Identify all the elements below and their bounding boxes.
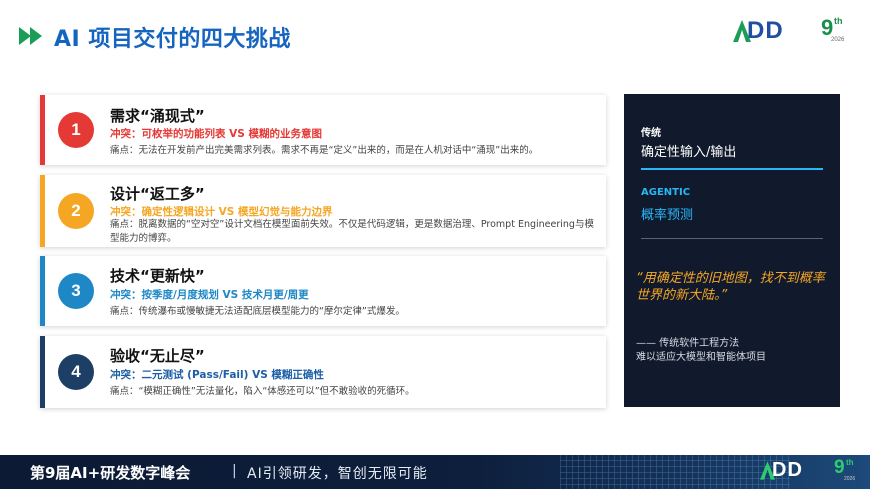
panel-quote: “用确定性的旧地图，找不到概率世界的新大陆。” [636,271,825,303]
card-conflict: 冲突：二元测试 (Pass/Fail) VS 模糊正确性 [110,369,324,381]
traditional-label: 传统 [641,128,661,139]
aidd-logo-footer: DD 9 th 2026 [760,457,865,485]
quote-attribution-note: 难以适应大模型和智能体项目 [636,352,766,363]
card-conflict: 冲突：确定性逻辑设计 VS 模型幻觉与能力边界 [110,206,333,218]
footer-decoration [560,455,790,489]
conference-footer: 第9届AI+研发数字峰会 | AI引领研发，智创无限可能 DD 9 th 202… [0,455,870,489]
card-accent-bar [40,175,45,247]
agentic-label: AGENTIC [641,187,691,198]
footer-separator: | [232,463,237,479]
traditional-value: 确定性输入/输出 [641,145,737,160]
card-title: 技术“更新快” [110,267,205,285]
card-conflict: 冲突：可枚举的功能列表 VS 模糊的业务意图 [110,128,322,140]
card-accent-bar [40,95,45,165]
agentic-value: 概率预测 [641,208,694,223]
card-pain-point: 痛点：传统瀑布或慢敏捷无法适配底层模型能力的“摩尔定律”式爆发。 [110,306,405,317]
card-title: 需求“涌现式” [110,107,205,125]
challenge-card-4: 4 验收“无止尽” 冲突：二元测试 (Pass/Fail) VS 模糊正确性 痛… [40,336,606,408]
conference-slogan: AI引领研发，智创无限可能 [247,466,428,482]
challenge-card-1: 1 需求“涌现式” 冲突：可枚举的功能列表 VS 模糊的业务意图 痛点：无法在开… [40,95,606,165]
card-pain-point: 痛点：脱离数据的“空对空”设计文档在模型面前失效。不仅是代码逻辑，更是数据治理、… [110,219,594,244]
aidd-logo: DD 9 th 2026 [733,15,853,47]
card-conflict: 冲突：按季度/月度规划 VS 技术月更/周更 [110,289,309,301]
quote-attribution: —— 传统软件工程方法 [636,338,740,349]
card-title: 设计“返工多” [110,185,205,203]
double-arrow-icon [19,27,42,45]
challenge-card-2: 2 设计“返工多” 冲突：确定性逻辑设计 VS 模型幻觉与能力边界 痛点：脱离数… [40,175,606,247]
conference-name: 第9届AI+研发数字峰会 [30,464,191,482]
page-title: AI 项目交付的四大挑战 [54,27,291,52]
card-number-badge: 4 [58,354,94,390]
card-number-badge: 2 [58,193,94,229]
card-number-badge: 1 [58,112,94,148]
divider-gray [641,238,823,239]
card-accent-bar [40,256,45,326]
card-title: 验收“无止尽” [110,347,205,365]
card-pain-point: 痛点：“模糊正确性”无法量化，陷入“体感还可以”但不敢验收的死循环。 [110,386,415,397]
card-number-badge: 3 [58,273,94,309]
challenge-card-3: 3 技术“更新快” 冲突：按季度/月度规划 VS 技术月更/周更 痛点：传统瀑布… [40,256,606,326]
card-pain-point: 痛点：无法在开发前产出完美需求列表。需求不再是“定义”出来的，而是在人机对话中“… [110,145,539,156]
divider-cyan [641,168,823,170]
comparison-panel: 传统 确定性输入/输出 AGENTIC 概率预测 “用确定性的旧地图，找不到概率… [624,94,840,407]
card-accent-bar [40,336,45,408]
